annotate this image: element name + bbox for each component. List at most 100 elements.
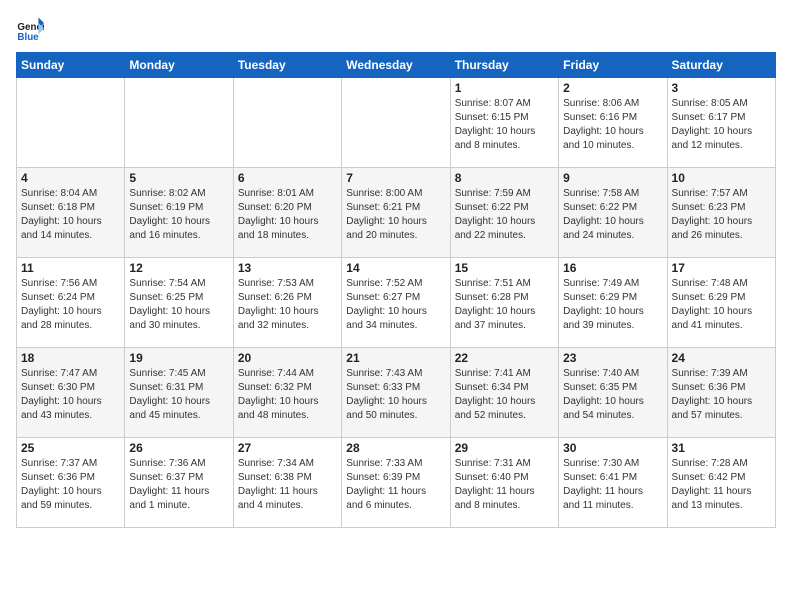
calendar-cell: 16 Sunrise: 7:49 AM Sunset: 6:29 PM Dayli… [559,258,667,348]
calendar-cell [17,78,125,168]
day-info: Sunrise: 8:06 AM Sunset: 6:16 PM Dayligh… [563,97,662,153]
day-number: 16 [563,261,662,275]
day-number: 20 [238,351,337,365]
day-info: Sunrise: 8:04 AM Sunset: 6:18 PM Dayligh… [21,187,120,243]
day-info: Sunrise: 7:30 AM Sunset: 6:41 PM Dayligh… [563,457,662,513]
day-number: 17 [672,261,771,275]
calendar-cell: 2 Sunrise: 8:06 AM Sunset: 6:16 PM Daylig… [559,78,667,168]
day-number: 3 [672,81,771,95]
day-number: 1 [455,81,554,95]
calendar-cell: 26 Sunrise: 7:36 AM Sunset: 6:37 PM Dayli… [125,438,233,528]
page-header: General Blue [16,16,776,44]
calendar-cell: 21 Sunrise: 7:43 AM Sunset: 6:33 PM Dayli… [342,348,450,438]
calendar-cell: 24 Sunrise: 7:39 AM Sunset: 6:36 PM Dayli… [667,348,775,438]
calendar-cell: 13Sunrise: 7:53 AM Sunset: 6:26 PM Dayli… [233,258,341,348]
day-number: 7 [346,171,445,185]
day-number: 11 [21,261,120,275]
weekday-header-monday: Monday [125,53,233,78]
day-number: 14 [346,261,445,275]
day-number: 15 [455,261,554,275]
calendar-cell: 22 Sunrise: 7:41 AM Sunset: 6:34 PM Dayli… [450,348,558,438]
weekday-header-saturday: Saturday [667,53,775,78]
day-number: 29 [455,441,554,455]
day-info: Sunrise: 7:43 AM Sunset: 6:33 PM Dayligh… [346,367,445,423]
calendar-cell: 20 Sunrise: 7:44 AM Sunset: 6:32 PM Dayli… [233,348,341,438]
day-number: 5 [129,171,228,185]
day-number: 19 [129,351,228,365]
calendar-cell: 30 Sunrise: 7:30 AM Sunset: 6:41 PM Dayli… [559,438,667,528]
calendar-cell: 12 Sunrise: 7:54 AM Sunset: 6:25 PM Dayli… [125,258,233,348]
calendar-cell: 9 Sunrise: 7:58 AM Sunset: 6:22 PM Daylig… [559,168,667,258]
weekday-header-sunday: Sunday [17,53,125,78]
calendar-cell: 25 Sunrise: 7:37 AM Sunset: 6:36 PM Dayli… [17,438,125,528]
calendar-cell: 14 Sunrise: 7:52 AM Sunset: 6:27 PM Dayli… [342,258,450,348]
calendar-cell: 10 Sunrise: 7:57 AM Sunset: 6:23 PM Dayli… [667,168,775,258]
day-number: 30 [563,441,662,455]
day-info: Sunrise: 7:54 AM Sunset: 6:25 PM Dayligh… [129,277,228,333]
calendar-week-4: 18Sunrise: 7:47 AM Sunset: 6:30 PM Dayli… [17,348,776,438]
day-number: 27 [238,441,337,455]
day-info: Sunrise: 7:31 AM Sunset: 6:40 PM Dayligh… [455,457,554,513]
day-info: Sunrise: 8:02 AM Sunset: 6:19 PM Dayligh… [129,187,228,243]
day-info: Sunrise: 7:57 AM Sunset: 6:23 PM Dayligh… [672,187,771,243]
calendar-cell: 28Sunrise: 7:33 AM Sunset: 6:39 PM Dayli… [342,438,450,528]
weekday-header-tuesday: Tuesday [233,53,341,78]
day-info: Sunrise: 7:28 AM Sunset: 6:42 PM Dayligh… [672,457,771,513]
day-number: 23 [563,351,662,365]
day-number: 26 [129,441,228,455]
calendar-cell: 4Sunrise: 8:04 AM Sunset: 6:18 PM Daylig… [17,168,125,258]
calendar-week-3: 11 Sunrise: 7:56 AM Sunset: 6:24 PM Dayli… [17,258,776,348]
day-number: 31 [672,441,771,455]
day-info: Sunrise: 7:41 AM Sunset: 6:34 PM Dayligh… [455,367,554,423]
calendar-cell: 31 Sunrise: 7:28 AM Sunset: 6:42 PM Dayli… [667,438,775,528]
day-number: 10 [672,171,771,185]
day-info: Sunrise: 7:56 AM Sunset: 6:24 PM Dayligh… [21,277,120,333]
day-info: Sunrise: 8:05 AM Sunset: 6:17 PM Dayligh… [672,97,771,153]
day-info: Sunrise: 7:45 AM Sunset: 6:31 PM Dayligh… [129,367,228,423]
day-number: 2 [563,81,662,95]
day-number: 6 [238,171,337,185]
day-number: 24 [672,351,771,365]
calendar-cell: 15 Sunrise: 7:51 AM Sunset: 6:28 PM Dayli… [450,258,558,348]
day-info: Sunrise: 7:36 AM Sunset: 6:37 PM Dayligh… [129,457,228,513]
calendar-cell: 5 Sunrise: 8:02 AM Sunset: 6:19 PM Daylig… [125,168,233,258]
day-number: 21 [346,351,445,365]
calendar-cell: 17Sunrise: 7:48 AM Sunset: 6:29 PM Dayli… [667,258,775,348]
svg-text:Blue: Blue [17,32,39,43]
calendar-cell: 8Sunrise: 7:59 AM Sunset: 6:22 PM Daylig… [450,168,558,258]
weekday-header-wednesday: Wednesday [342,53,450,78]
day-info: Sunrise: 8:07 AM Sunset: 6:15 PM Dayligh… [455,97,554,153]
calendar-cell [233,78,341,168]
day-number: 8 [455,171,554,185]
calendar-cell [125,78,233,168]
day-info: Sunrise: 7:49 AM Sunset: 6:29 PM Dayligh… [563,277,662,333]
day-info: Sunrise: 7:37 AM Sunset: 6:36 PM Dayligh… [21,457,120,513]
day-info: Sunrise: 7:58 AM Sunset: 6:22 PM Dayligh… [563,187,662,243]
calendar-cell [342,78,450,168]
day-info: Sunrise: 8:00 AM Sunset: 6:21 PM Dayligh… [346,187,445,243]
day-info: Sunrise: 8:01 AM Sunset: 6:20 PM Dayligh… [238,187,337,243]
calendar-week-5: 25 Sunrise: 7:37 AM Sunset: 6:36 PM Dayli… [17,438,776,528]
calendar-cell: 11 Sunrise: 7:56 AM Sunset: 6:24 PM Dayli… [17,258,125,348]
day-info: Sunrise: 7:51 AM Sunset: 6:28 PM Dayligh… [455,277,554,333]
calendar-cell: 19 Sunrise: 7:45 AM Sunset: 6:31 PM Dayli… [125,348,233,438]
day-info: Sunrise: 7:52 AM Sunset: 6:27 PM Dayligh… [346,277,445,333]
calendar-cell: 3 Sunrise: 8:05 AM Sunset: 6:17 PM Daylig… [667,78,775,168]
weekday-header-thursday: Thursday [450,53,558,78]
calendar-header-row: SundayMondayTuesdayWednesdayThursdayFrid… [17,53,776,78]
day-number: 12 [129,261,228,275]
logo: General Blue [16,16,48,44]
day-number: 25 [21,441,120,455]
calendar-cell: 18Sunrise: 7:47 AM Sunset: 6:30 PM Dayli… [17,348,125,438]
day-info: Sunrise: 7:34 AM Sunset: 6:38 PM Dayligh… [238,457,337,513]
day-info: Sunrise: 7:53 AM Sunset: 6:26 PM Dayligh… [238,277,337,333]
day-info: Sunrise: 7:44 AM Sunset: 6:32 PM Dayligh… [238,367,337,423]
day-info: Sunrise: 7:40 AM Sunset: 6:35 PM Dayligh… [563,367,662,423]
day-info: Sunrise: 7:39 AM Sunset: 6:36 PM Dayligh… [672,367,771,423]
calendar-week-1: 1 Sunrise: 8:07 AM Sunset: 6:15 PM Daylig… [17,78,776,168]
calendar-cell: 27 Sunrise: 7:34 AM Sunset: 6:38 PM Dayli… [233,438,341,528]
day-number: 22 [455,351,554,365]
calendar-week-2: 4Sunrise: 8:04 AM Sunset: 6:18 PM Daylig… [17,168,776,258]
day-number: 18 [21,351,120,365]
day-number: 9 [563,171,662,185]
